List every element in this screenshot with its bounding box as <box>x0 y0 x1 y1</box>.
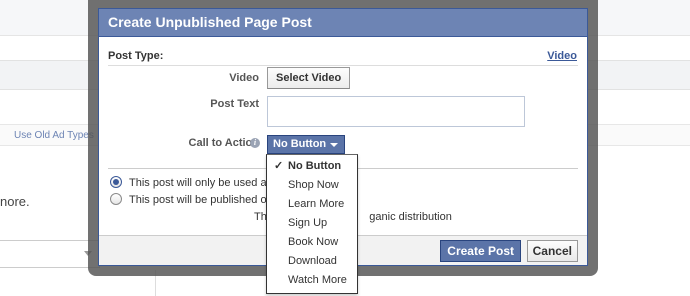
menu-item-shop-now[interactable]: Shop Now <box>267 176 357 195</box>
divider <box>108 65 578 66</box>
call-to-action-dropdown[interactable]: No Button <box>267 135 345 154</box>
menu-item-label: No Button <box>288 160 342 172</box>
background-partial-text: nore. <box>0 194 30 209</box>
create-post-button[interactable]: Create Post <box>440 240 521 262</box>
menu-item-sign-up[interactable]: Sign Up <box>267 214 357 233</box>
cancel-button[interactable]: Cancel <box>526 240 578 262</box>
menu-item-label: Shop Now <box>288 179 339 191</box>
published-radio[interactable] <box>110 193 122 205</box>
menu-item-no-button[interactable]: ✓ No Button <box>267 157 357 176</box>
info-icon[interactable]: i <box>250 138 260 148</box>
post-text-label: Post Text <box>210 98 259 110</box>
menu-item-label: Book Now <box>288 236 339 248</box>
menu-item-label: Download <box>288 255 337 267</box>
published-radio-label: This post will be published o <box>129 194 267 206</box>
call-to-action-label: Call to Action <box>188 137 259 149</box>
menu-item-book-now[interactable]: Book Now <box>267 233 357 252</box>
post-type-video-link[interactable]: Video <box>547 50 577 62</box>
call-to-action-selected: No Button <box>273 138 327 150</box>
unpublished-radio-label: This post will only be used as <box>129 177 273 189</box>
call-to-action-menu: ✓ No Button Shop Now Learn More Sign Up … <box>266 154 358 294</box>
post-type-label: Post Type: <box>108 50 164 62</box>
video-label: Video <box>229 72 259 84</box>
menu-item-label: Watch More <box>288 274 347 286</box>
menu-item-label: Learn More <box>288 198 345 210</box>
dialog-title: Create Unpublished Page Post <box>99 9 587 37</box>
menu-item-label: Sign Up <box>288 217 328 229</box>
chevron-down-icon <box>330 143 338 147</box>
menu-item-learn-more[interactable]: Learn More <box>267 195 357 214</box>
post-text-input[interactable] <box>267 96 525 127</box>
unpublished-radio[interactable] <box>110 176 122 188</box>
checkmark-icon: ✓ <box>274 160 284 172</box>
use-old-ad-types-link[interactable]: Use Old Ad Types <box>14 130 94 141</box>
menu-item-watch-more[interactable]: Watch More <box>267 271 357 290</box>
menu-item-download[interactable]: Download <box>267 252 357 271</box>
select-video-button[interactable]: Select Video <box>267 67 351 89</box>
